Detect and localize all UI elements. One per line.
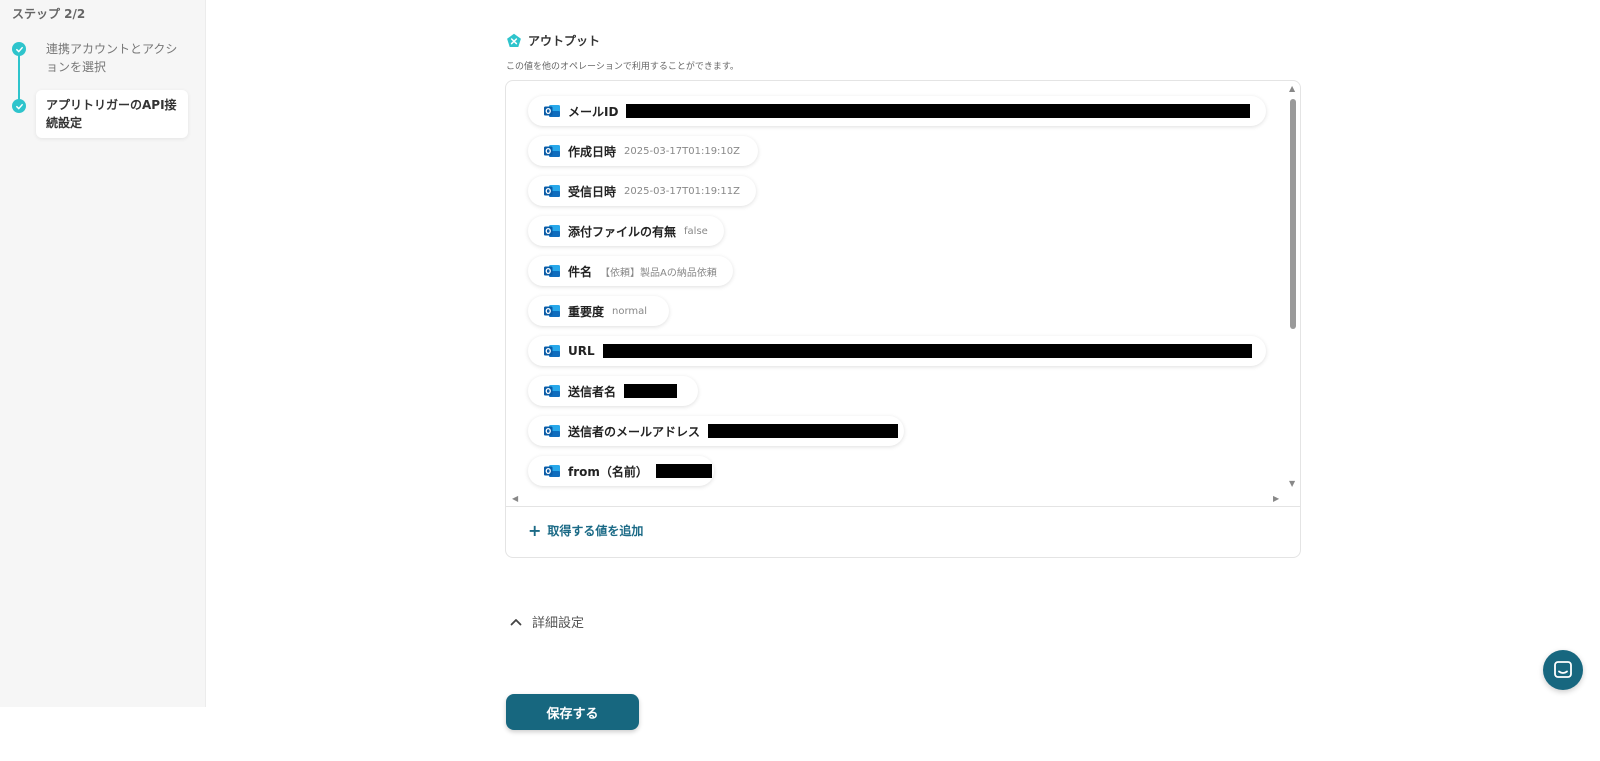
outlook-icon <box>544 265 560 277</box>
outlook-icon <box>544 305 560 317</box>
output-chip-from-name[interactable]: from（名前） <box>528 456 714 486</box>
detail-settings-toggle[interactable]: 詳細設定 <box>510 612 584 631</box>
output-chip-mail-id[interactable]: メールID <box>528 96 1266 126</box>
scrollbar-thumb[interactable] <box>1290 99 1296 329</box>
outlook-icon <box>544 425 560 437</box>
sidebar-step-2[interactable]: アプリトリガーのAPI接続設定 <box>36 90 188 138</box>
output-value: normal <box>612 305 648 317</box>
vertical-scrollbar[interactable]: ▲ ▼ <box>1286 81 1300 494</box>
scroll-up-arrow-icon[interactable]: ▲ <box>1289 84 1295 93</box>
output-key: 件名 <box>568 264 593 279</box>
output-key: from（名前） <box>568 464 648 479</box>
check-icon <box>12 42 26 56</box>
output-key: メールID <box>568 104 619 119</box>
redacted-value <box>655 464 712 478</box>
output-chip-sender-name[interactable]: 送信者名 <box>528 376 698 406</box>
chat-widget-button[interactable] <box>1543 650 1583 690</box>
add-value-link[interactable]: + 取得する値を追加 <box>528 522 643 539</box>
outlook-icon <box>544 385 560 397</box>
outlook-icon <box>544 105 560 117</box>
chat-icon <box>1554 661 1572 678</box>
output-value: 2025-03-17T01:19:10Z <box>624 145 741 157</box>
output-key: 添付ファイルの有無 <box>568 224 677 239</box>
outlook-icon <box>544 225 560 237</box>
redacted-value <box>624 384 678 398</box>
outlook-icon <box>544 145 560 157</box>
redacted-value <box>602 344 1252 358</box>
output-value: false <box>684 225 708 237</box>
output-chip-sender-email[interactable]: 送信者のメールアドレス <box>528 416 904 446</box>
output-chip-created-at[interactable]: 作成日時 2025-03-17T01:19:10Z <box>528 136 758 166</box>
scroll-left-arrow-icon[interactable]: ◀ <box>512 494 518 503</box>
output-key: 作成日時 <box>568 144 617 159</box>
output-value: 2025-03-17T01:19:11Z <box>624 185 741 197</box>
output-description: この値を他のオペレーションで利用することができます。 <box>506 62 739 72</box>
output-chip-importance[interactable]: 重要度 normal <box>528 296 669 326</box>
output-key: 送信者名 <box>568 384 617 399</box>
output-title: アウトプット <box>528 34 601 48</box>
outlook-icon <box>544 185 560 197</box>
outlook-icon <box>544 345 560 357</box>
scroll-right-arrow-icon[interactable]: ▶ <box>1273 494 1279 503</box>
step-connector <box>18 50 20 106</box>
add-value-label: 取得する値を追加 <box>547 524 644 538</box>
output-chip-has-attachment[interactable]: 添付ファイルの有無 false <box>528 216 724 246</box>
detail-settings-label: 詳細設定 <box>532 616 585 631</box>
output-key: 受信日時 <box>568 184 617 199</box>
output-value: 【依頼】製品Aの納品依頼 <box>600 267 717 279</box>
chevron-up-icon <box>510 618 522 625</box>
step-indicator: ステップ 2/2 <box>12 7 86 21</box>
redacted-value <box>626 104 1251 118</box>
output-key: 送信者のメールアドレス <box>568 424 701 439</box>
horizontal-scrollbar[interactable]: ◀ ▶ <box>506 494 1300 506</box>
output-header: アウトプット <box>506 32 600 49</box>
sidebar: ステップ 2/2 連携アカウントとアクションを選択 アプリトリガーのAPI接続設… <box>0 0 206 707</box>
output-key: 重要度 <box>568 304 605 319</box>
divider <box>506 506 1300 507</box>
output-chip-list: メールID 作成日時 2025-03-17T01:19:10Z 受信日時 202… <box>506 81 1286 494</box>
output-chip-received-at[interactable]: 受信日時 2025-03-17T01:19:11Z <box>528 176 756 206</box>
plus-icon: + <box>528 520 542 540</box>
output-chip-subject[interactable]: 件名 【依頼】製品Aの納品依頼 <box>528 256 733 286</box>
check-icon <box>12 99 26 113</box>
scroll-down-arrow-icon[interactable]: ▼ <box>1289 479 1295 488</box>
save-button[interactable]: 保存する <box>506 694 639 730</box>
outlook-icon <box>544 465 560 477</box>
output-key: URL <box>568 344 595 358</box>
output-icon <box>507 33 521 47</box>
redacted-value <box>708 424 899 438</box>
sidebar-step-1[interactable]: 連携アカウントとアクションを選択 <box>46 40 186 76</box>
output-chip-url[interactable]: URL <box>528 336 1266 366</box>
output-list-box: メールID 作成日時 2025-03-17T01:19:10Z 受信日時 202… <box>505 80 1301 558</box>
